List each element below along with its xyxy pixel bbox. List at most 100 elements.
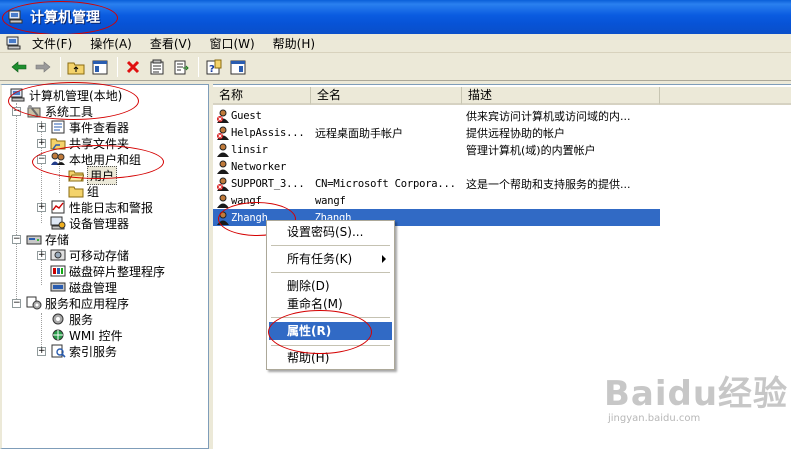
collapse-toggle[interactable]: − [12,107,21,116]
tree-label: 可移动存储 [69,248,130,263]
tree-node-device-manager[interactable]: 设备管理器 [50,215,129,231]
table-row[interactable]: linsir 管理计算机(域)的内置帐户 [213,141,662,158]
menu-view[interactable]: 查看(V) [150,35,192,52]
properties-icon[interactable] [146,56,168,78]
tree-label: 计算机管理(本地) [29,88,123,103]
console-tree-icon[interactable] [227,56,249,78]
tree-node-services-apps[interactable]: 服务和应用程序 [26,295,129,311]
tree-node-perf-logs[interactable]: 性能日志和警报 [50,199,153,215]
delete-icon[interactable] [122,56,144,78]
expand-toggle[interactable]: + [37,123,46,132]
wmi-icon [52,329,64,341]
menu-item-rename[interactable]: 重命名(M) [269,295,392,313]
context-menu: 设置密码(S)... 所有任务(K) 删除(D) 重命名(M) 属性(R) 帮助… [266,220,395,370]
title-bar[interactable]: 计算机管理 [0,0,791,34]
removable-storage-icon [50,249,66,261]
menu-separator [271,272,390,273]
defrag-icon [50,265,66,277]
user-fullname: wangf [315,194,346,207]
baidu-jingyan-watermark: Baidu经验 jingyan.baidu.com [604,366,789,446]
indexing-icon [51,344,66,358]
tree-label: 索引服务 [69,344,118,359]
shared-folder-icon [50,138,66,150]
user-description: 供来宾访问计算机或访问域的内... [466,109,631,123]
back-icon[interactable] [8,56,30,78]
tree-label: 磁盘碎片整理程序 [69,264,166,279]
tree-node-groups[interactable]: 组 [68,183,99,199]
toolbar: ? [0,54,791,81]
tree-node-disk-management[interactable]: 磁盘管理 [50,279,117,295]
menu-item-all-tasks[interactable]: 所有任务(K) [269,250,392,268]
column-header-name[interactable]: 名称 [213,87,311,105]
table-row[interactable]: Guest 供来宾访问计算机或访问域的内... [213,107,662,124]
user-fullname: CN=Microsoft Corpora... [315,177,456,190]
users-group-icon [51,152,65,165]
table-row[interactable]: Networker [213,158,662,175]
menu-item-set-password[interactable]: 设置密码(S)... [269,223,392,241]
user-icon [217,143,229,157]
table-row[interactable]: wangf wangf [213,192,662,209]
help-icon[interactable]: ? [203,56,225,78]
menu-separator [271,317,390,318]
menu-file[interactable]: 文件(F) [32,35,72,52]
disabled-user-icon [217,126,229,140]
device-manager-icon [50,216,66,230]
user-name: linsir [231,143,268,156]
up-folder-icon[interactable] [65,56,87,78]
menu-action[interactable]: 操作(A) [90,35,132,52]
tree-node-storage[interactable]: 存储 [26,231,69,247]
user-icon [217,211,229,225]
submenu-arrow-icon [382,255,386,263]
annotation-ellipse-title [2,1,118,35]
tree-node-computer-management[interactable]: 计算机管理(本地) [10,87,122,103]
tree-node-shared-folders[interactable]: 共享文件夹 [50,135,129,151]
expand-toggle[interactable]: + [37,203,46,212]
tree-label: 服务 [69,312,94,327]
collapse-toggle[interactable]: − [12,235,21,244]
column-header-fullname[interactable]: 全名 [311,87,462,105]
user-name: wangf [231,194,262,207]
tree-node-system-tools[interactable]: 系统工具 [26,103,93,119]
tree-node-event-viewer[interactable]: 事件查看器 [50,119,129,135]
services-apps-icon [26,296,42,310]
menu-help[interactable]: 帮助(H) [273,35,315,52]
tree-node-indexing[interactable]: 索引服务 [50,343,117,359]
services-icon [52,313,64,325]
menu-item-help[interactable]: 帮助(H) [269,349,392,367]
table-row[interactable]: SUPPORT_3... CN=Microsoft Corpora... 这是一… [213,175,662,192]
toolbar-separator [60,57,61,77]
menu-item-properties[interactable]: 属性(R) [269,322,392,340]
disabled-user-icon [217,177,229,191]
tree-label: 组 [87,184,100,199]
expand-toggle[interactable]: + [37,347,46,356]
disk-management-icon [50,282,66,292]
user-name: HelpAssis... [231,126,305,139]
forward-icon[interactable] [32,56,54,78]
list-header: 名称 全名 描述 [213,87,791,105]
table-row[interactable]: HelpAssis... 远程桌面助手帐户 提供远程协助的帐户 [213,124,662,141]
svg-text:?: ? [209,64,215,75]
menu-separator [271,245,390,246]
expand-toggle[interactable]: + [37,139,46,148]
expand-toggle[interactable]: + [37,251,46,260]
menu-item-delete[interactable]: 删除(D) [269,277,392,295]
tree-node-wmi[interactable]: WMI 控件 [50,327,123,343]
collapse-toggle[interactable]: − [37,155,46,164]
tree-label: 性能日志和警报 [69,200,154,215]
tree-node-services[interactable]: 服务 [50,311,93,327]
column-header-description[interactable]: 描述 [462,87,660,105]
tree-node-removable-storage[interactable]: 可移动存储 [50,247,129,263]
collapse-toggle[interactable]: − [12,299,21,308]
menu-window[interactable]: 窗口(W) [209,35,254,52]
tree-node-users[interactable]: 用户 [68,165,118,185]
event-viewer-icon [51,120,65,134]
storage-icon [26,235,42,245]
system-menu-icon[interactable] [6,36,22,50]
open-folder-icon [68,170,84,182]
tree-label: 共享文件夹 [69,136,130,151]
export-icon[interactable] [170,56,192,78]
tree-node-defrag[interactable]: 磁盘碎片整理程序 [50,263,165,279]
show-hide-tree-icon[interactable] [89,56,111,78]
menu-item-label: 所有任务(K) [287,252,353,266]
console-tree-pane[interactable]: 计算机管理(本地) − 系统工具 + 事件查看器 + 共享文件夹 − 本地用户和… [0,84,209,449]
